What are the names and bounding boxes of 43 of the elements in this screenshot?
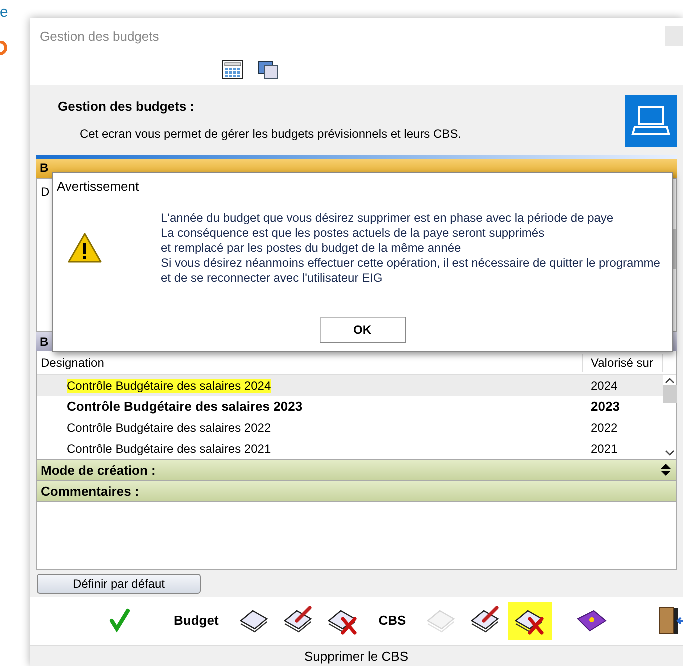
section-title: Commentaires : [41,482,140,501]
table-cell-text: 2021 [590,440,619,458]
table-cell: Contrôle Budgétaire des salaires 2022 [67,420,272,435]
header-description: Cet ecran vous permet de gérer les budgets prévisionnels et leurs CBS. [79,126,462,144]
section-bar[interactable]: Mode de création : [36,459,677,482]
table-cell: Contrôle Budgétaire des salaires 2024 [67,378,272,393]
windows-icon[interactable] [258,60,280,80]
dialog-message-line: La conséquence est que les postes actuels de la paye seront supprimés [161,226,546,240]
table-cell-text: 2022 [590,420,619,437]
background-text: e [0,3,8,23]
column-header: D [41,184,50,201]
window-title: Gestion des budgets [40,28,160,46]
expand-collapse-icon[interactable] [660,463,672,478]
circle-fragment-icon [0,40,8,54]
table-cell: Contrôle Budgétaire des salaires 2021 [67,442,272,456]
default-button[interactable]: Définir par défaut [37,574,201,594]
comments-field[interactable] [36,502,677,570]
laptop-icon [625,94,677,147]
table-row[interactable]: Contrôle Budgétaire des salaires 2024 2024 [37,375,663,396]
dialog-message-line: L'année du budget que vous désirez supprimer est en phase avec la période de paye [161,210,615,226]
warning-icon [67,232,103,264]
dialog-message-line: et remplacé par les postes du budget de la même année [161,240,462,256]
status-text: Supprimer le CBS [304,648,409,666]
header-title: Gestion des budgets : [58,98,196,116]
chevron-up-icon[interactable] [665,377,675,386]
scrollbar-thumb[interactable] [663,385,677,404]
dialog-title: Avertissement [56,178,140,196]
table-cell-text: 2024 [590,378,619,395]
table-cell: Contrôle Budgétaire des salaires 2023 [67,399,303,414]
table-cell-text: 2023 [590,398,621,416]
dialog-message-line: et de se reconnecter avec l'utilisateur EIG [161,270,384,286]
ok-button[interactable]: OK [320,317,406,343]
column-header: Designation [37,354,583,372]
toolbar-label: Budget [174,612,219,630]
section-title: Mode de création : [41,462,156,480]
toolbar-button[interactable] [508,602,552,640]
column-header: Valorisé sur [583,354,663,372]
toolbar-label: CBS [378,612,406,630]
chevron-down-icon[interactable] [665,449,675,458]
section-title: B [40,160,49,178]
section-title: B [40,334,49,351]
dialog-message-line: Si vous désirez néanmoins effectuer cette opération, il est nécessaire de quitter le programme [161,256,660,270]
calculator-icon[interactable] [222,60,244,80]
